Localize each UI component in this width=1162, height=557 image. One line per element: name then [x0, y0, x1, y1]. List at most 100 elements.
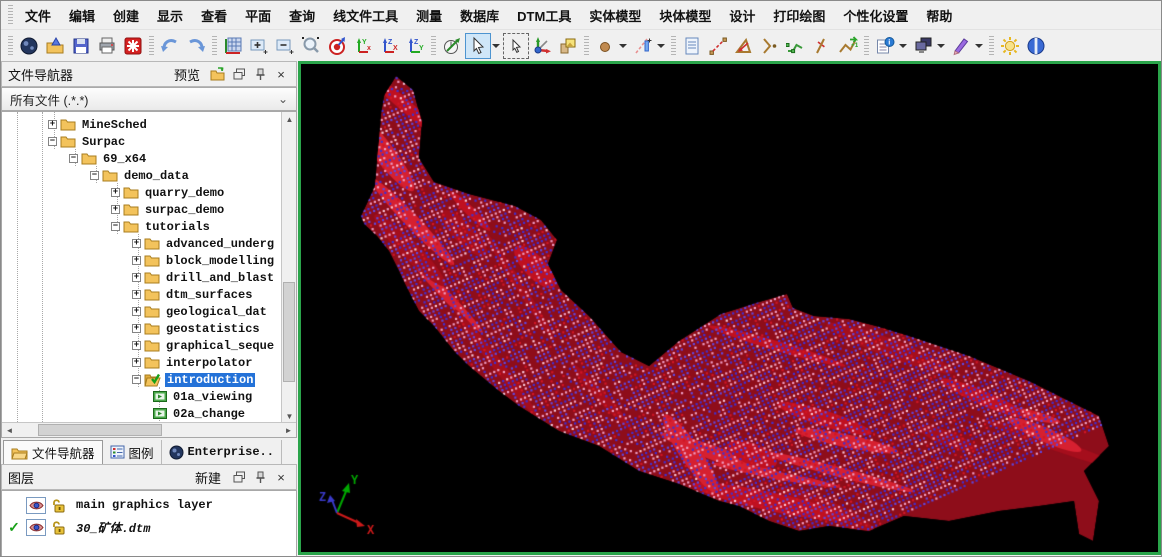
float-panel-icon[interactable]	[230, 65, 248, 83]
scroll-thumb[interactable]	[283, 282, 295, 382]
split-string-button[interactable]	[809, 33, 835, 59]
menu-item-view[interactable]: 查看	[192, 3, 236, 28]
menu-item-create[interactable]: 创建	[104, 3, 148, 28]
view-z-axis-button[interactable]: ZY	[402, 33, 428, 59]
point-marker-button[interactable]	[592, 33, 618, 59]
digitise-point-button[interactable]	[783, 33, 809, 59]
split-segment-button[interactable]	[757, 33, 783, 59]
open-file-button[interactable]	[42, 33, 68, 59]
tree-item-drill-and-blast[interactable]: +drill_and_blast	[2, 269, 276, 286]
pin-panel-icon[interactable]	[251, 468, 269, 486]
menubar-grip[interactable]	[8, 5, 13, 25]
display-screens-dropdown-icon[interactable]	[937, 44, 945, 48]
collapse-icon[interactable]: −	[69, 154, 78, 163]
tree-horizontal-scrollbar[interactable]: ◄►	[2, 422, 296, 437]
select-pointer-button[interactable]	[465, 33, 491, 59]
select-pointer-dropdown-icon[interactable]	[492, 44, 500, 48]
node-marker-dropdown-icon[interactable]	[657, 44, 665, 48]
toolbar-grip[interactable]	[584, 36, 589, 56]
scroll-left-icon[interactable]: ◄	[2, 423, 17, 438]
close-panel-icon[interactable]: ×	[272, 468, 290, 486]
expand-icon[interactable]: +	[132, 358, 141, 367]
save-button[interactable]	[68, 33, 94, 59]
scroll-right-icon[interactable]: ►	[281, 423, 296, 438]
scroll-thumb[interactable]	[38, 424, 162, 436]
menu-item-help[interactable]: 帮助	[917, 3, 961, 28]
graphics-viewport[interactable]	[298, 61, 1161, 555]
undo-button[interactable]	[157, 33, 183, 59]
refresh-tree-icon[interactable]	[209, 65, 227, 83]
tree-item-geostatistics[interactable]: +geostatistics	[2, 320, 262, 337]
menu-item-database[interactable]: 数据库	[451, 3, 508, 28]
tree-item-69-x64[interactable]: −69_x64	[2, 150, 148, 167]
menu-item-survey[interactable]: 测量	[407, 3, 451, 28]
close-string-button[interactable]	[731, 33, 757, 59]
edit-pencil-button[interactable]	[948, 33, 974, 59]
edit-pencil-dropdown-icon[interactable]	[975, 44, 983, 48]
tree-item-introduction[interactable]: −introduction	[2, 371, 255, 388]
tree-item-interpolator[interactable]: +interpolator	[2, 354, 254, 371]
renumber-string-button[interactable]: +1	[835, 33, 861, 59]
tree-item-minesched[interactable]: +MineSched	[2, 116, 149, 133]
menu-item-customise[interactable]: 个性化设置	[834, 3, 917, 28]
layer-lock-icon[interactable]	[50, 519, 66, 536]
layer-visibility-eye-icon[interactable]	[26, 519, 46, 536]
menu-item-design[interactable]: 设计	[720, 3, 764, 28]
properties-info-button[interactable]: i	[872, 33, 898, 59]
menu-item-edit[interactable]: 编辑	[60, 3, 104, 28]
tab-enterprise[interactable]: Enterprise..	[162, 440, 282, 464]
layer-lock-icon[interactable]	[50, 497, 66, 514]
menu-item-string-tools[interactable]: 线文件工具	[324, 3, 407, 28]
menu-item-block-model[interactable]: 块体模型	[650, 3, 720, 28]
menu-item-dtm-tools[interactable]: DTM工具	[508, 3, 580, 28]
collapse-icon[interactable]: −	[90, 171, 99, 180]
expand-icon[interactable]: +	[111, 205, 120, 214]
expand-icon[interactable]: +	[132, 307, 141, 316]
view-x-axis-button[interactable]: ZX	[376, 33, 402, 59]
tree-item-graphical-seque[interactable]: +graphical_seque	[2, 337, 276, 354]
tree-item-surpac-demo[interactable]: +surpac_demo	[2, 201, 226, 218]
expand-icon[interactable]: +	[111, 188, 120, 197]
ore-body-dtm-canvas[interactable]	[301, 64, 1158, 552]
close-panel-icon[interactable]: ×	[272, 65, 290, 83]
layer-row[interactable]: main graphics layer	[2, 494, 296, 516]
menu-item-display[interactable]: 显示	[148, 3, 192, 28]
menu-item-plane[interactable]: 平面	[236, 3, 280, 28]
zoom-out-button[interactable]	[272, 33, 298, 59]
tree-item-demo-data[interactable]: −demo_data	[2, 167, 191, 184]
expand-icon[interactable]: +	[48, 120, 57, 129]
zoom-in-button[interactable]	[246, 33, 272, 59]
zoom-data-extents-button[interactable]	[220, 33, 246, 59]
navigate-button[interactable]	[16, 33, 42, 59]
string-document-button[interactable]	[679, 33, 705, 59]
toolbar-grip[interactable]	[671, 36, 676, 56]
expand-icon[interactable]: +	[132, 239, 141, 248]
tree-vertical-scrollbar[interactable]: ▲▼	[281, 112, 296, 424]
reset-graphics-button[interactable]	[120, 33, 146, 59]
collapse-icon[interactable]: −	[111, 222, 120, 231]
menu-item-file[interactable]: 文件	[16, 3, 60, 28]
expand-icon[interactable]: +	[132, 341, 141, 350]
node-marker-button[interactable]	[630, 33, 656, 59]
toolbar-grip[interactable]	[864, 36, 869, 56]
menu-item-plotting[interactable]: 打印绘图	[764, 3, 834, 28]
preview-toggle[interactable]: 预览	[174, 65, 200, 84]
tree-item-block-modelling[interactable]: +block_modelling	[2, 252, 276, 269]
expand-icon[interactable]: +	[132, 324, 141, 333]
toolbar-grip[interactable]	[8, 36, 13, 56]
point-marker-dropdown-icon[interactable]	[619, 44, 627, 48]
expand-icon[interactable]: +	[132, 273, 141, 282]
layer-visibility-eye-icon[interactable]	[26, 497, 46, 514]
display-screens-button[interactable]	[910, 33, 936, 59]
split-view-button[interactable]	[1023, 33, 1049, 59]
menu-item-inquire[interactable]: 查询	[280, 3, 324, 28]
tree-item-surpac[interactable]: −Surpac	[2, 133, 127, 150]
rotate-view-button[interactable]	[439, 33, 465, 59]
render-faces-button[interactable]	[555, 33, 581, 59]
file-filter-dropdown[interactable]: 所有文件 (.*.*) ⌄	[1, 87, 297, 111]
collapse-icon[interactable]: −	[132, 375, 141, 384]
data-view-button[interactable]	[324, 33, 350, 59]
box-select-button[interactable]	[503, 33, 529, 59]
toolbar-grip[interactable]	[431, 36, 436, 56]
tab-legend[interactable]: 图例	[103, 440, 162, 464]
